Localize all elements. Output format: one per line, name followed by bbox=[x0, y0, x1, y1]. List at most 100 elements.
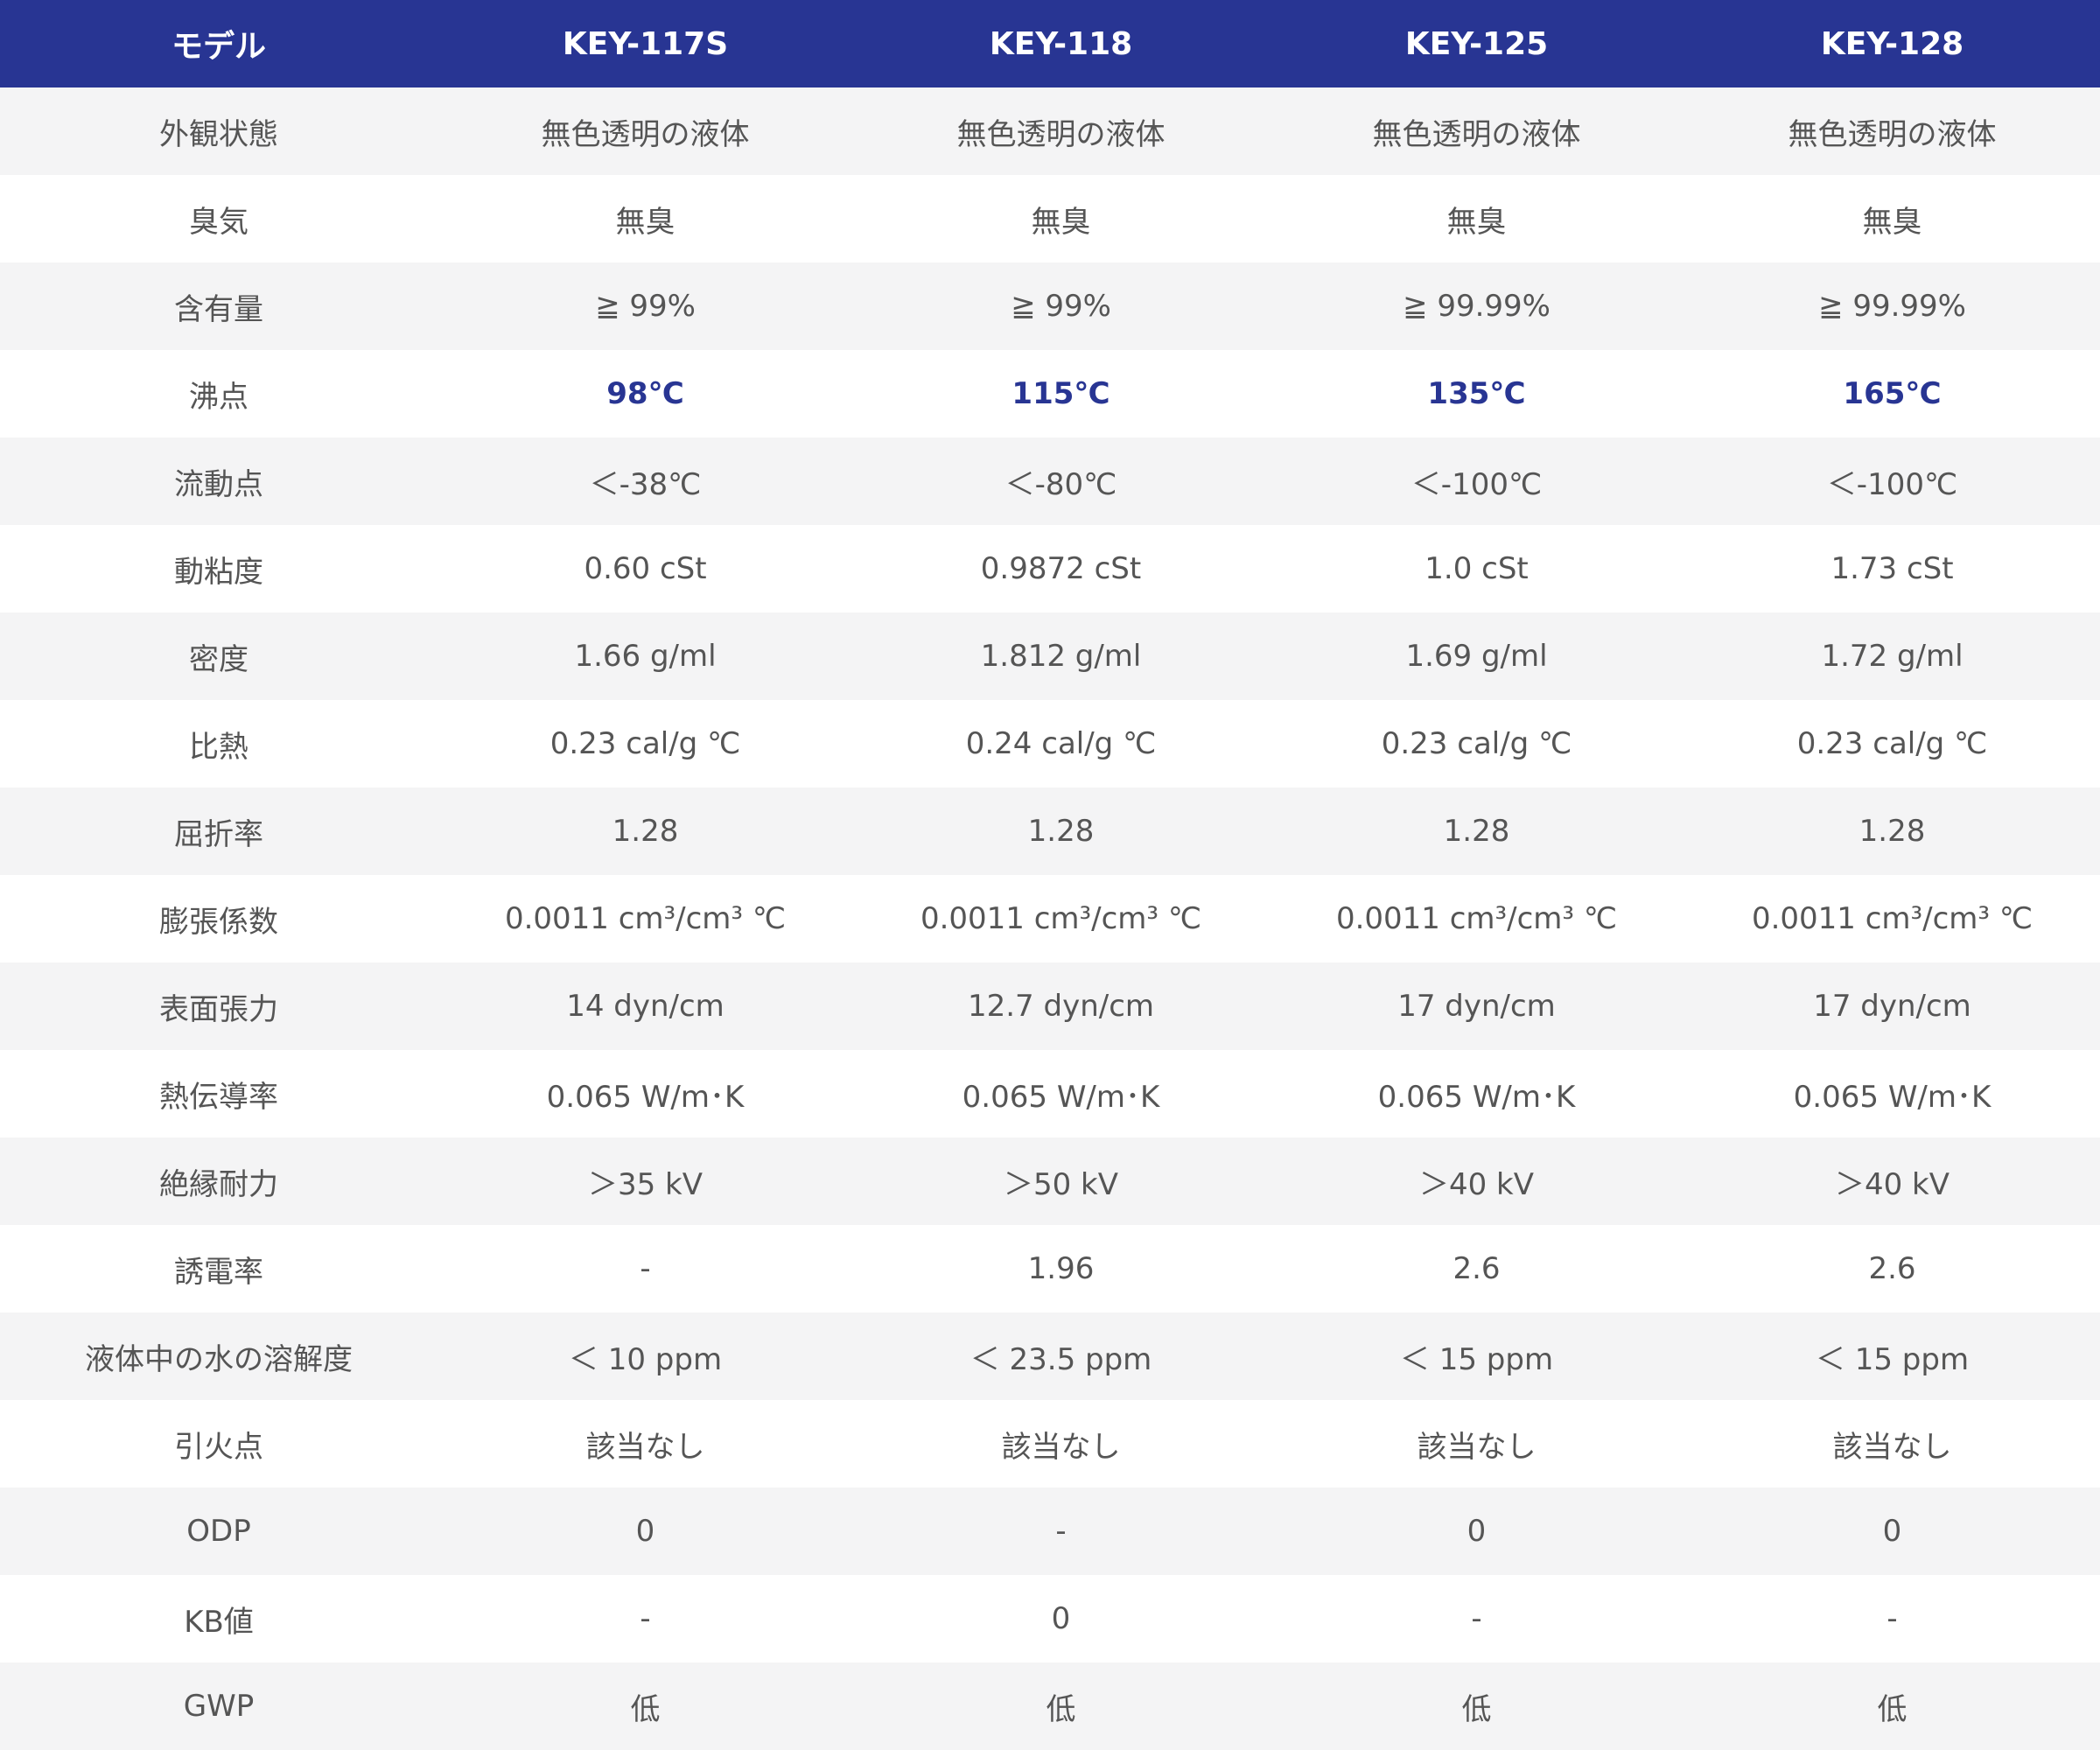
table-row: 屈折率 1.28 1.28 1.28 1.28 bbox=[0, 788, 2100, 875]
table-row-boiling-point: 沸点 98℃ 115℃ 135℃ 165℃ bbox=[0, 350, 2100, 438]
table-cell: ＜ 15 ppm bbox=[1815, 1341, 1970, 1377]
table-row: ODP 0 - 0 0 bbox=[0, 1488, 2100, 1575]
table-row: 表面張力 14 dyn/cm 12.7 dyn/cm 17 dyn/cm 17 … bbox=[0, 962, 2100, 1050]
row-label: 膨張係数 bbox=[159, 904, 278, 940]
table-cell: 0.065 W/m･K bbox=[1377, 1079, 1576, 1115]
table-cell: 低 bbox=[630, 1691, 661, 1727]
table-cell: 該当なし bbox=[1417, 1429, 1536, 1465]
table-cell: 0 bbox=[635, 1514, 655, 1549]
table-row: 比熱 0.23 cal/g ℃ 0.24 cal/g ℃ 0.23 cal/g … bbox=[0, 700, 2100, 788]
header-cell-key-117s: KEY-117S bbox=[562, 25, 729, 62]
table-cell: ＜-80℃ bbox=[1004, 466, 1117, 502]
row-label: KB値 bbox=[184, 1604, 254, 1640]
table-row: 流動点 ＜-38℃ ＜-80℃ ＜-100℃ ＜-100℃ bbox=[0, 438, 2100, 525]
table-cell: - bbox=[1055, 1514, 1067, 1549]
table-cell: 0.065 W/m･K bbox=[1793, 1079, 1992, 1115]
table-cell: ≧ 99% bbox=[595, 289, 696, 324]
table-cell: ＜ 23.5 ppm bbox=[970, 1341, 1152, 1377]
table-cell: 低 bbox=[1461, 1691, 1492, 1727]
header-cell-key-125: KEY-125 bbox=[1404, 25, 1549, 62]
table-cell: 1.69 g/ml bbox=[1405, 639, 1548, 674]
table-cell: 低 bbox=[1046, 1691, 1076, 1727]
table-cell: 1.28 bbox=[1443, 814, 1510, 849]
table-cell: 0.0011 cm³/cm³ ℃ bbox=[1335, 901, 1618, 936]
table-cell: ≧ 99% bbox=[1011, 289, 1111, 324]
table-cell: 1.72 g/ml bbox=[1821, 639, 1964, 674]
table-cell: ＜-38℃ bbox=[589, 466, 702, 502]
table-cell-emphasis: 135℃ bbox=[1427, 376, 1526, 411]
table-row: 動粘度 0.60 cSt 0.9872 cSt 1.0 cSt 1.73 cSt bbox=[0, 525, 2100, 612]
table-cell: 0.0011 cm³/cm³ ℃ bbox=[920, 901, 1202, 936]
table-cell: ＜-100℃ bbox=[1410, 466, 1543, 502]
table-row: 臭気 無臭 無臭 無臭 無臭 bbox=[0, 175, 2100, 262]
table-cell: 該当なし bbox=[585, 1429, 705, 1465]
table-row: 引火点 該当なし 該当なし 該当なし 該当なし bbox=[0, 1400, 2100, 1488]
table-cell: ＜-100℃ bbox=[1826, 466, 1958, 502]
table-cell-emphasis: 115℃ bbox=[1012, 376, 1110, 411]
table-cell: ＜ 15 ppm bbox=[1399, 1341, 1554, 1377]
table-cell: 0.24 cal/g ℃ bbox=[965, 726, 1157, 761]
table-cell: 1.0 cSt bbox=[1424, 551, 1529, 586]
row-label: 誘電率 bbox=[174, 1254, 263, 1290]
table-cell: 14 dyn/cm bbox=[566, 989, 724, 1024]
table-cell: - bbox=[1471, 1601, 1482, 1636]
table-row: 膨張係数 0.0011 cm³/cm³ ℃ 0.0011 cm³/cm³ ℃ 0… bbox=[0, 875, 2100, 962]
table-cell: 0.23 cal/g ℃ bbox=[1381, 726, 1572, 761]
row-label: 密度 bbox=[189, 641, 248, 677]
table-cell: 無臭 bbox=[615, 204, 676, 240]
row-label: 熱伝導率 bbox=[159, 1079, 278, 1115]
table-cell: ≧ 99.99% bbox=[1818, 289, 1966, 324]
header-cell-model: モデル bbox=[171, 29, 266, 65]
table-cell: 無色透明の液体 bbox=[956, 116, 1166, 152]
table-cell-emphasis: 98℃ bbox=[606, 376, 684, 411]
table-row: 液体中の水の溶解度 ＜ 10 ppm ＜ 23.5 ppm ＜ 15 ppm ＜… bbox=[0, 1312, 2100, 1400]
row-label: 絶縁耐力 bbox=[159, 1166, 278, 1202]
table-row: 外観状態 無色透明の液体 無色透明の液体 無色透明の液体 無色透明の液体 bbox=[0, 88, 2100, 175]
header-cell-key-128: KEY-128 bbox=[1820, 25, 1964, 62]
header-cell-key-118: KEY-118 bbox=[989, 25, 1133, 62]
table-row: GWP 低 低 低 低 bbox=[0, 1662, 2100, 1750]
table-cell: 低 bbox=[1877, 1691, 1908, 1727]
spec-table: モデル KEY-117S KEY-118 KEY-125 KEY-128 外観状… bbox=[0, 0, 2100, 1750]
table-cell: ＞40 kV bbox=[1418, 1166, 1535, 1202]
row-label: ODP bbox=[186, 1514, 251, 1549]
row-label: 液体中の水の溶解度 bbox=[85, 1341, 353, 1377]
table-cell: 1.96 bbox=[1027, 1251, 1095, 1286]
table-cell: 17 dyn/cm bbox=[1397, 989, 1556, 1024]
table-cell: 1.812 g/ml bbox=[980, 639, 1142, 674]
table-cell: 無色透明の液体 bbox=[1372, 116, 1581, 152]
table-cell: 無色透明の液体 bbox=[541, 116, 750, 152]
table-cell: 無臭 bbox=[1031, 204, 1091, 240]
table-cell: 0.065 W/m･K bbox=[546, 1079, 745, 1115]
table-cell: 無色透明の液体 bbox=[1788, 116, 1997, 152]
row-label: 表面張力 bbox=[159, 991, 278, 1027]
table-cell: 該当なし bbox=[1001, 1429, 1121, 1465]
table-cell: 0.23 cal/g ℃ bbox=[1796, 726, 1988, 761]
table-cell: - bbox=[640, 1251, 651, 1286]
row-label: 流動点 bbox=[174, 466, 263, 502]
table-cell: 1.28 bbox=[1027, 814, 1095, 849]
table-cell: 0 bbox=[1051, 1601, 1071, 1636]
table-cell: 1.66 g/ml bbox=[574, 639, 717, 674]
table-header-row: モデル KEY-117S KEY-118 KEY-125 KEY-128 bbox=[0, 0, 2100, 88]
table-cell: 0 bbox=[1882, 1514, 1902, 1549]
row-label: 引火点 bbox=[174, 1429, 263, 1465]
row-label: 沸点 bbox=[189, 379, 248, 415]
table-cell: 17 dyn/cm bbox=[1813, 989, 1971, 1024]
table-row: 密度 1.66 g/ml 1.812 g/ml 1.69 g/ml 1.72 g… bbox=[0, 612, 2100, 700]
table-row: 含有量 ≧ 99% ≧ 99% ≧ 99.99% ≧ 99.99% bbox=[0, 262, 2100, 350]
table-cell: - bbox=[640, 1601, 651, 1636]
table-cell: 2.6 bbox=[1868, 1251, 1916, 1286]
row-label: 屈折率 bbox=[174, 816, 263, 852]
row-label: 外観状態 bbox=[159, 116, 278, 152]
row-label: 含有量 bbox=[174, 291, 263, 327]
table-cell: ＜ 10 ppm bbox=[568, 1341, 723, 1377]
table-cell: ＞35 kV bbox=[587, 1166, 704, 1202]
table-cell: 1.28 bbox=[1858, 814, 1926, 849]
table-cell: 0 bbox=[1466, 1514, 1487, 1549]
table-row: 絶縁耐力 ＞35 kV ＞50 kV ＞40 kV ＞40 kV bbox=[0, 1138, 2100, 1225]
row-label: 動粘度 bbox=[174, 554, 263, 590]
table-cell: 1.73 cSt bbox=[1830, 551, 1954, 586]
table-cell: 0.23 cal/g ℃ bbox=[550, 726, 741, 761]
row-label: GWP bbox=[183, 1689, 255, 1724]
